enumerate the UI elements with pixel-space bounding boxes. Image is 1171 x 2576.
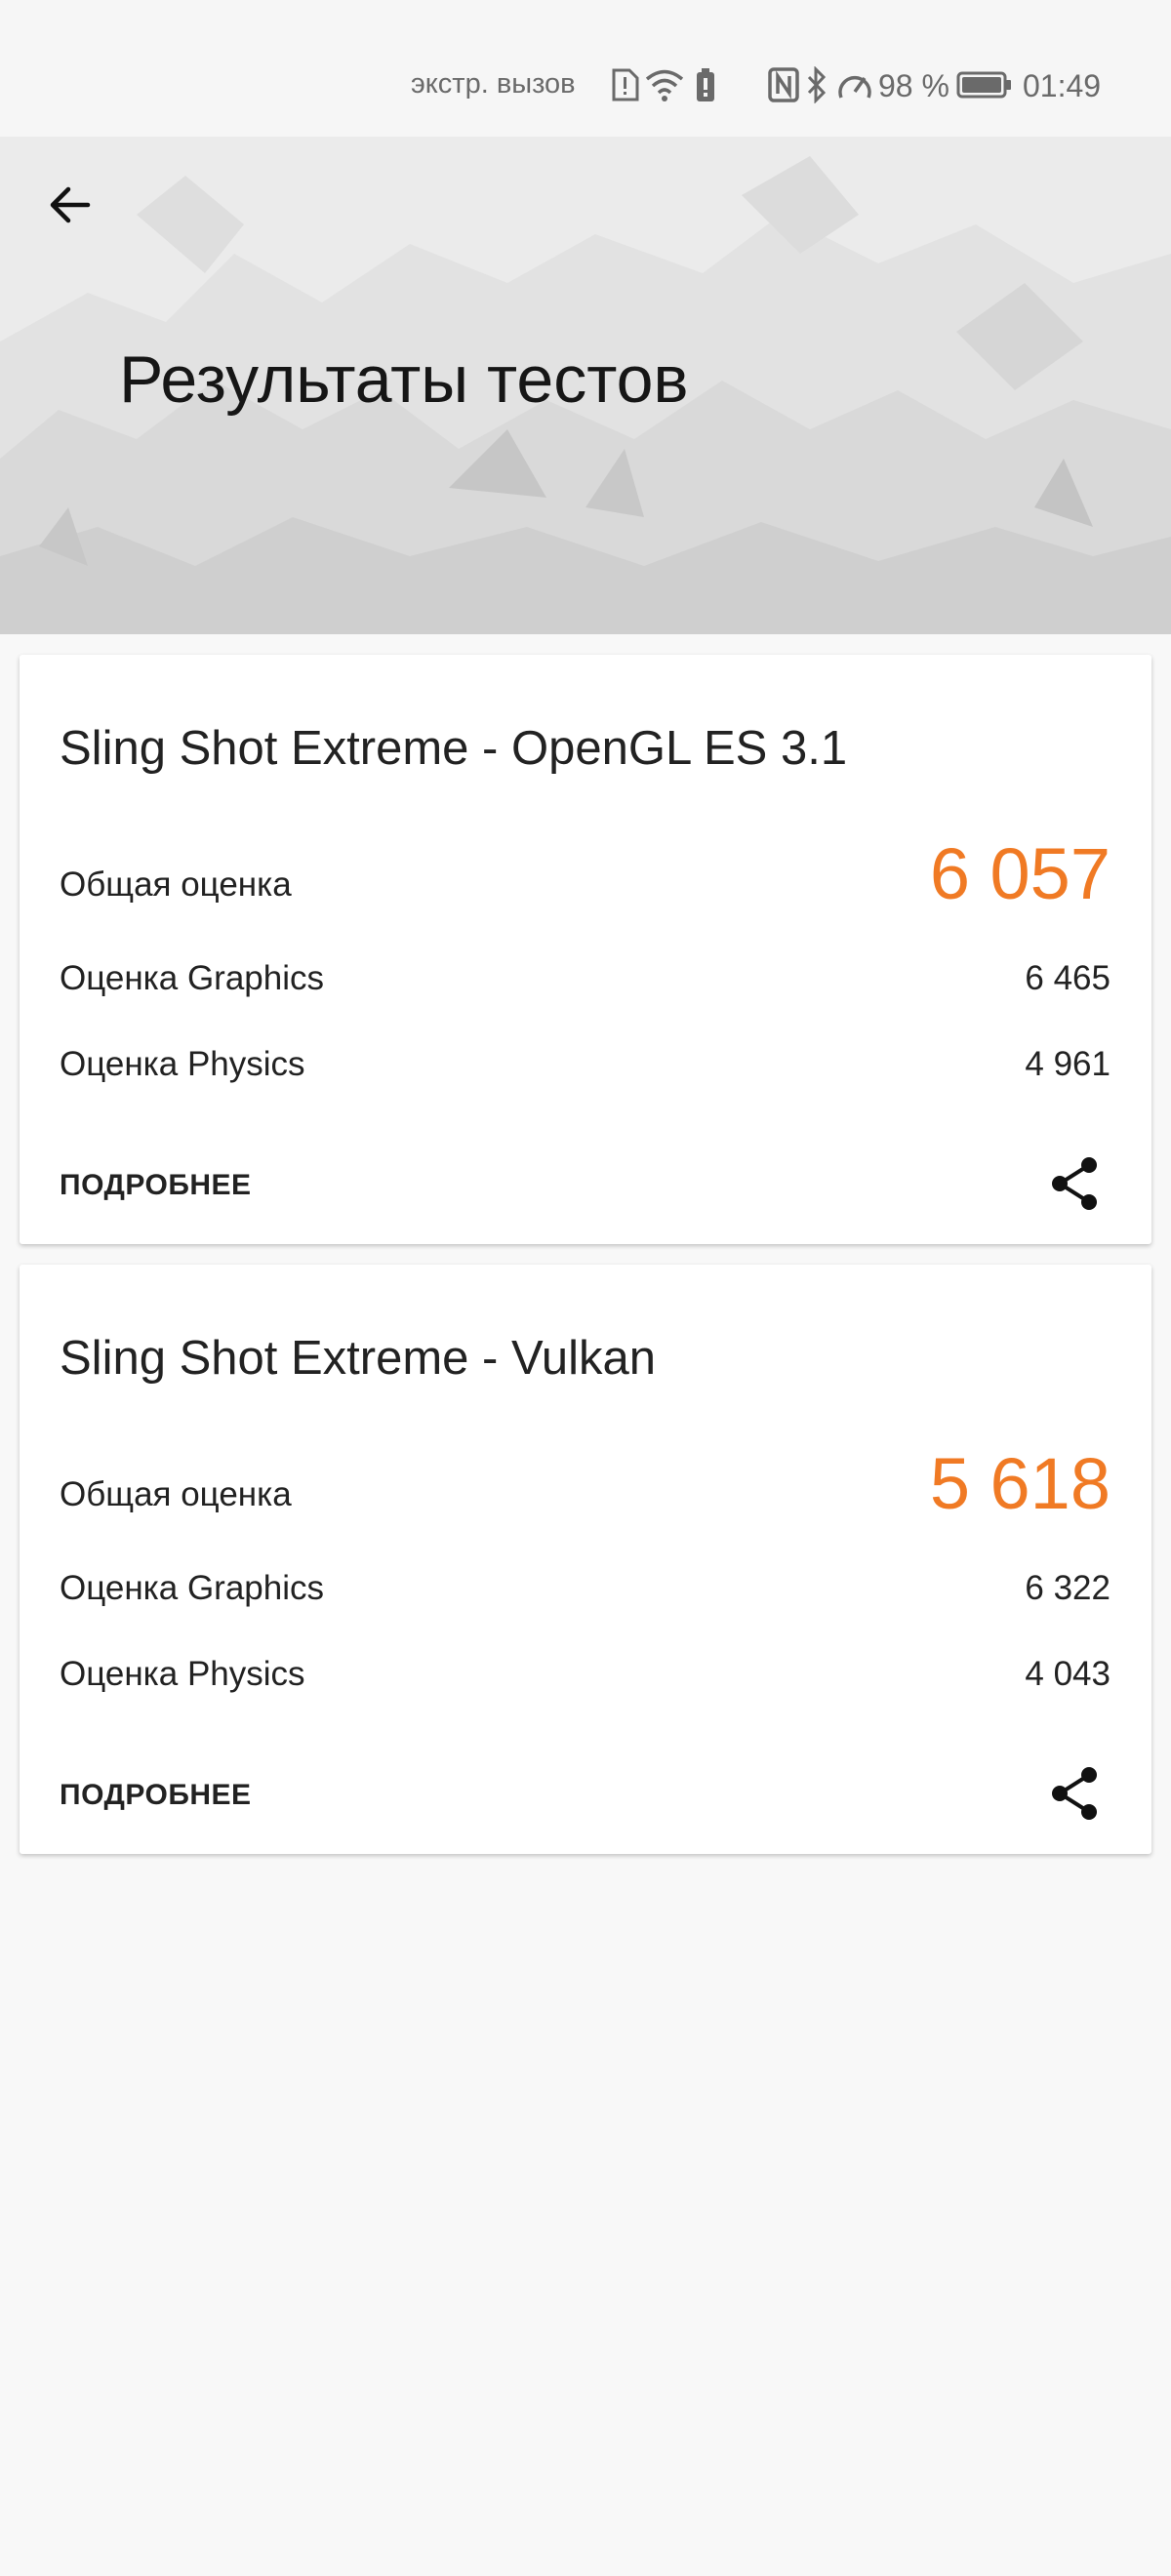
battery-icon — [956, 66, 1013, 103]
test-name: Sling Shot Extreme - OpenGL ES 3.1 — [60, 722, 848, 775]
clock: 01:49 — [1023, 68, 1102, 103]
status-bar: экстр. вызов 98 % 01:49 — [0, 0, 1171, 137]
physics-score-value: 4 961 — [1025, 1045, 1110, 1083]
result-card-vulkan: Sling Shot Extreme - Vulkan Общая оценка… — [20, 1265, 1151, 1854]
arrow-back-icon — [50, 186, 91, 223]
back-button[interactable] — [39, 174, 101, 236]
physics-score-value: 4 043 — [1025, 1655, 1110, 1693]
physics-score-label: Оценка Physics — [60, 1655, 305, 1693]
graphics-score-value: 6 465 — [1025, 959, 1110, 997]
total-score-label: Общая оценка — [60, 1475, 292, 1513]
share-icon — [1052, 1157, 1097, 1210]
share-icon — [1052, 1767, 1097, 1820]
emergency-call-text: экстр. вызов — [411, 68, 576, 100]
header-banner: Результаты тестов — [0, 137, 1171, 634]
share-button[interactable] — [1046, 1152, 1105, 1215]
bluetooth-icon — [806, 65, 828, 104]
total-score-label: Общая оценка — [60, 865, 292, 904]
graphics-score-label: Оценка Graphics — [60, 1569, 324, 1607]
sim-alert-icon — [608, 66, 641, 103]
details-button[interactable]: ПОДРОБНЕЕ — [60, 1169, 252, 1202]
page-title: Результаты тестов — [119, 342, 689, 417]
speed-icon — [835, 66, 874, 103]
total-score-value: 6 057 — [929, 833, 1110, 914]
physics-score-label: Оценка Physics — [60, 1045, 305, 1083]
share-button[interactable] — [1046, 1762, 1105, 1825]
wifi-icon — [644, 66, 685, 103]
battery-percent: 98 % — [878, 68, 949, 103]
details-button[interactable]: ПОДРОБНЕЕ — [60, 1779, 252, 1812]
battery-saver-icon — [693, 66, 718, 103]
graphics-score-value: 6 322 — [1025, 1569, 1110, 1607]
test-name: Sling Shot Extreme - Vulkan — [60, 1332, 656, 1385]
total-score-value: 5 618 — [929, 1443, 1110, 1524]
nfc-icon — [767, 66, 800, 103]
result-card-opengl: Sling Shot Extreme - OpenGL ES 3.1 Общая… — [20, 655, 1151, 1244]
graphics-score-label: Оценка Graphics — [60, 959, 324, 997]
